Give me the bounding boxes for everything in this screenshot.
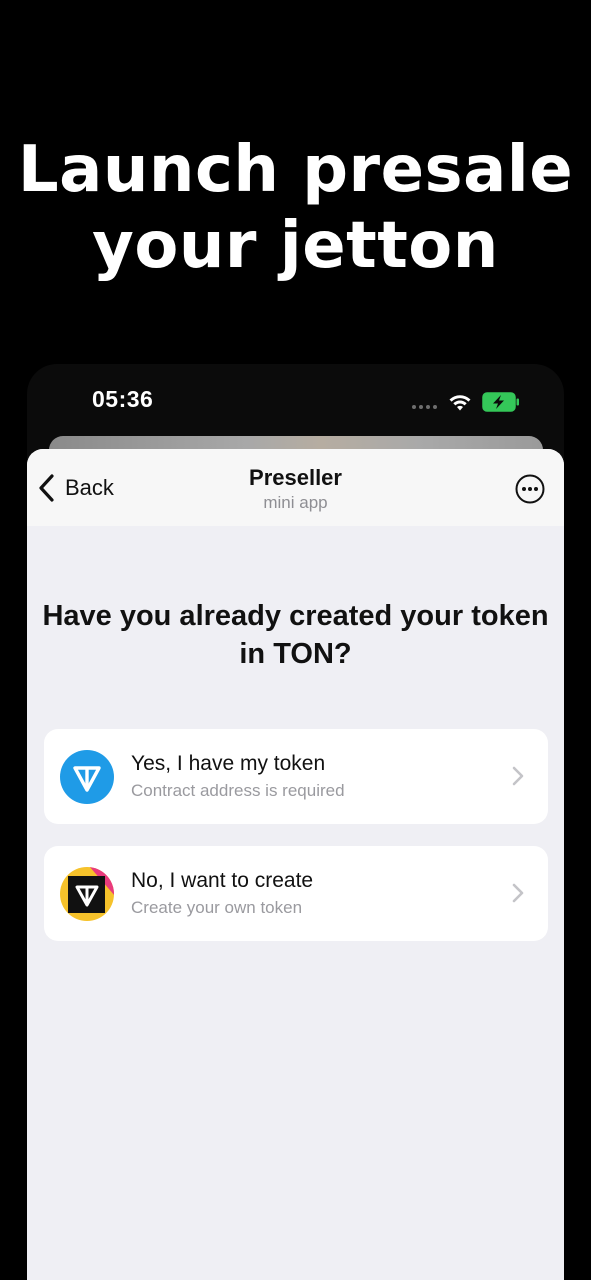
create-token-icon: [60, 867, 114, 921]
option-subtitle: Create your own token: [131, 898, 303, 917]
promo-headline: Launch presale your jetton: [0, 132, 591, 284]
option-title: No, I want to create: [131, 869, 314, 892]
more-circle-icon[interactable]: [515, 474, 545, 504]
nav-title: Preseller: [249, 465, 342, 490]
headline-line-2: your jetton: [92, 209, 499, 283]
question-heading: Have you already created your token in T…: [42, 600, 549, 670]
option-create-token[interactable]: No, I want to create Create your own tok…: [44, 846, 548, 941]
option-subtitle: Contract address is required: [131, 781, 345, 800]
nav-bar: Back Preseller mini app: [27, 449, 564, 526]
wifi-icon: [449, 395, 471, 411]
headline-line-1: Launch presale: [17, 133, 574, 207]
chevron-right-icon: [512, 766, 524, 786]
battery-charging-icon: [482, 392, 519, 412]
option-title: Yes, I have my token: [131, 752, 326, 775]
option-have-token[interactable]: Yes, I have my token Contract address is…: [44, 729, 548, 824]
chevron-right-icon: [512, 883, 524, 903]
cellular-signal-icon: [412, 405, 442, 411]
status-time: 05:36: [92, 386, 154, 412]
promo-screen: Launch presale your jetton 05:36 Back Pr…: [0, 0, 591, 1280]
nav-subtitle: mini app: [263, 493, 328, 512]
mini-app-sheet: Back Preseller mini app Have you already…: [27, 449, 564, 1280]
ton-logo-icon: [60, 750, 114, 804]
